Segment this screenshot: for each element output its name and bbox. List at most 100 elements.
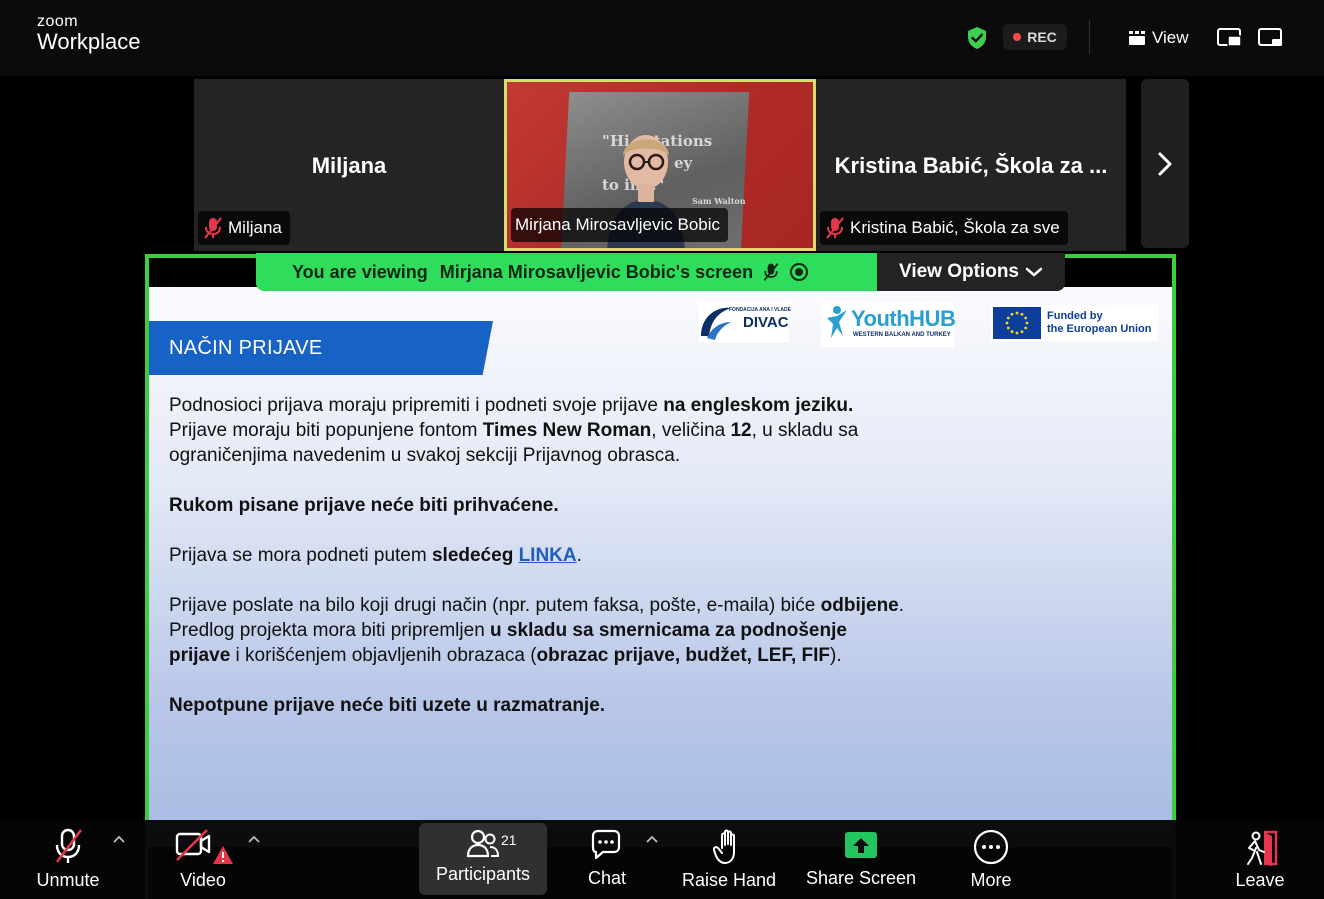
chevron-right-icon (1158, 152, 1172, 175)
meeting-toolbar: Unmute Video 21 Participants Chat Raise … (0, 820, 1324, 899)
divider (1089, 20, 1090, 54)
video-label: Video (180, 870, 226, 890)
eu-text-line: the European Union (1047, 323, 1152, 335)
participant-label-text: Mirjana Mirosavljevic Bobic (515, 215, 721, 234)
chevron-down-icon (1025, 267, 1043, 277)
youthhub-logo-text: YouthHUB (851, 306, 956, 331)
chat-icon (591, 829, 621, 860)
text-run-bold: Times New Roman (482, 420, 652, 441)
divac-logo: FONDACIJA ANA I VLADE DIVAC (699, 302, 791, 342)
text-run: Prijava se mora podneti putem (169, 545, 432, 566)
text-run: i korišćenjem objavljenih obrazaca ( (230, 645, 537, 666)
view-label: View (1152, 28, 1189, 47)
more-button[interactable]: More (966, 820, 1016, 899)
logo-workplace-text: Workplace (37, 29, 141, 54)
muted-mic-icon (826, 217, 844, 239)
text-run-bold: obrazac prijave, budžet, LEF, FIF (536, 645, 831, 666)
text-run: ). (830, 645, 842, 666)
unmute-button[interactable]: Unmute (30, 820, 106, 899)
top-bar: zoom Workplace REC View (0, 0, 1324, 76)
participant-label: Kristina Babić, Škola za sve (820, 211, 1068, 245)
participant-tile-kristina[interactable]: Kristina Babić, Škola za ... Kristina Ba… (816, 79, 1126, 251)
picture-in-picture-icon[interactable] (1216, 26, 1244, 50)
chevron-up-icon[interactable] (247, 834, 261, 844)
text-run: . (898, 595, 905, 616)
zoom-workplace-logo: zoom Workplace (37, 14, 141, 53)
view-options-button[interactable]: View Options (877, 253, 1065, 291)
more-label: More (970, 870, 1012, 890)
participant-name-large: Kristina Babić, Škola za ... (834, 153, 1108, 178)
record-circle-icon (789, 262, 809, 282)
share-screen-label: Share Screen (805, 868, 917, 888)
viewing-prefix: You are viewing (292, 261, 428, 282)
slide-title-text: NAČIN PRIJAVE (169, 336, 323, 359)
raise-hand-label: Raise Hand (681, 870, 777, 890)
participant-label-text: Miljana (228, 218, 282, 237)
shared-slide: FONDACIJA ANA I VLADE DIVAC YouthHUB WES… (149, 287, 1172, 847)
viewing-name: Mirjana Mirosavljevic Bobic's screen (439, 261, 754, 282)
participant-label-text: Kristina Babić, Škola za sve (850, 218, 1060, 237)
text-run-bold: odbijene (820, 595, 899, 616)
chat-button[interactable]: Chat (580, 820, 634, 899)
text-run-bold: sledećeg (431, 545, 514, 566)
next-page-button[interactable] (1141, 79, 1189, 248)
text-run-bold: na engleskom jeziku. (663, 395, 854, 416)
text-run: Podnosioci prijava moraju pripremiti i p… (169, 395, 664, 416)
participant-tile-mirjana[interactable]: "Hi ectations ey to ing." Sam Walton Mir… (504, 79, 816, 251)
chat-label: Chat (587, 868, 627, 888)
view-options-label: View Options (898, 261, 1019, 282)
text-run-bold: Nepotpune prijave neće biti uzete u razm… (169, 695, 606, 716)
text-run: . (576, 545, 582, 566)
raise-hand-icon (713, 829, 735, 864)
video-off-icon (175, 829, 233, 864)
slide-body: Podnosioci prijava moraju pripremiti i p… (169, 393, 909, 718)
text-run: , veličina (651, 420, 731, 441)
slide-paragraph: Rukom pisane prijave neće biti prihvaćen… (169, 493, 909, 518)
eu-text-line: Funded by (1047, 310, 1103, 322)
divac-swoosh-icon (701, 307, 731, 340)
more-options-icon (973, 829, 1009, 865)
shield-check-icon[interactable] (966, 26, 988, 50)
leave-meeting-icon (1247, 830, 1278, 866)
application-link[interactable]: LINKA (519, 545, 577, 566)
share-screen-button[interactable]: Share Screen (806, 820, 916, 899)
slide-paragraph: Predlog projekta mora biti pripremljen u… (169, 618, 909, 668)
text-run: Predlog projekta mora biti pripremljen (169, 620, 491, 641)
slide-paragraph: Prijave poslate na bilo koji drugi način… (169, 593, 909, 618)
slide-paragraph: Prijava se mora podneti putem sledećeg L… (169, 543, 909, 568)
raise-hand-button[interactable]: Raise Hand (681, 820, 777, 899)
chevron-up-icon[interactable] (645, 834, 659, 844)
grid-view-icon (1129, 31, 1145, 45)
youthhub-logo-subtext: WESTERN BALKAN AND TURKEY (853, 332, 951, 338)
muted-mic-icon (204, 217, 222, 239)
participant-name-large: Miljana (311, 153, 387, 178)
text-run-bold: 12 (730, 420, 752, 441)
slide-title: NAČIN PRIJAVE (149, 321, 493, 375)
recording-dot-icon (1013, 33, 1022, 41)
text-run: Prijave moraju biti popunjene fontom (169, 420, 483, 441)
participant-tile-miljana[interactable]: Miljana Miljana (194, 79, 504, 251)
text-run: Prijave poslate na bilo koji drugi način… (169, 595, 821, 616)
recording-indicator[interactable]: REC (1003, 24, 1067, 50)
participants-icon (466, 829, 500, 858)
muted-mic-icon (55, 828, 83, 863)
muted-mic-icon (761, 262, 781, 282)
text-run-bold: Rukom pisane prijave neće biti prihvaćen… (169, 495, 559, 516)
unmute-label: Unmute (36, 870, 100, 890)
minimize-window-icon[interactable] (1257, 26, 1285, 50)
participant-label: Miljana (198, 211, 290, 245)
leave-button[interactable]: Leave (1234, 820, 1286, 899)
chevron-up-icon[interactable] (112, 834, 126, 844)
participants-button[interactable]: 21 Participants (419, 823, 547, 895)
divac-logo-large-text: DIVAC (743, 314, 789, 331)
divac-logo-small-text: FONDACIJA ANA I VLADE (729, 307, 791, 313)
participants-label: Participants (435, 864, 531, 884)
leave-label: Leave (1235, 870, 1285, 890)
view-button[interactable]: View (1128, 26, 1189, 50)
logo-zoom-text: zoom (37, 13, 79, 30)
participants-count-badge: 21 (501, 832, 517, 848)
rec-label: REC (1027, 29, 1057, 45)
video-button[interactable]: Video (170, 820, 236, 899)
slide-paragraph: Prijave moraju biti popunjene fontom Tim… (169, 418, 909, 468)
slide-paragraph: Nepotpune prijave neće biti uzete u razm… (169, 693, 909, 718)
